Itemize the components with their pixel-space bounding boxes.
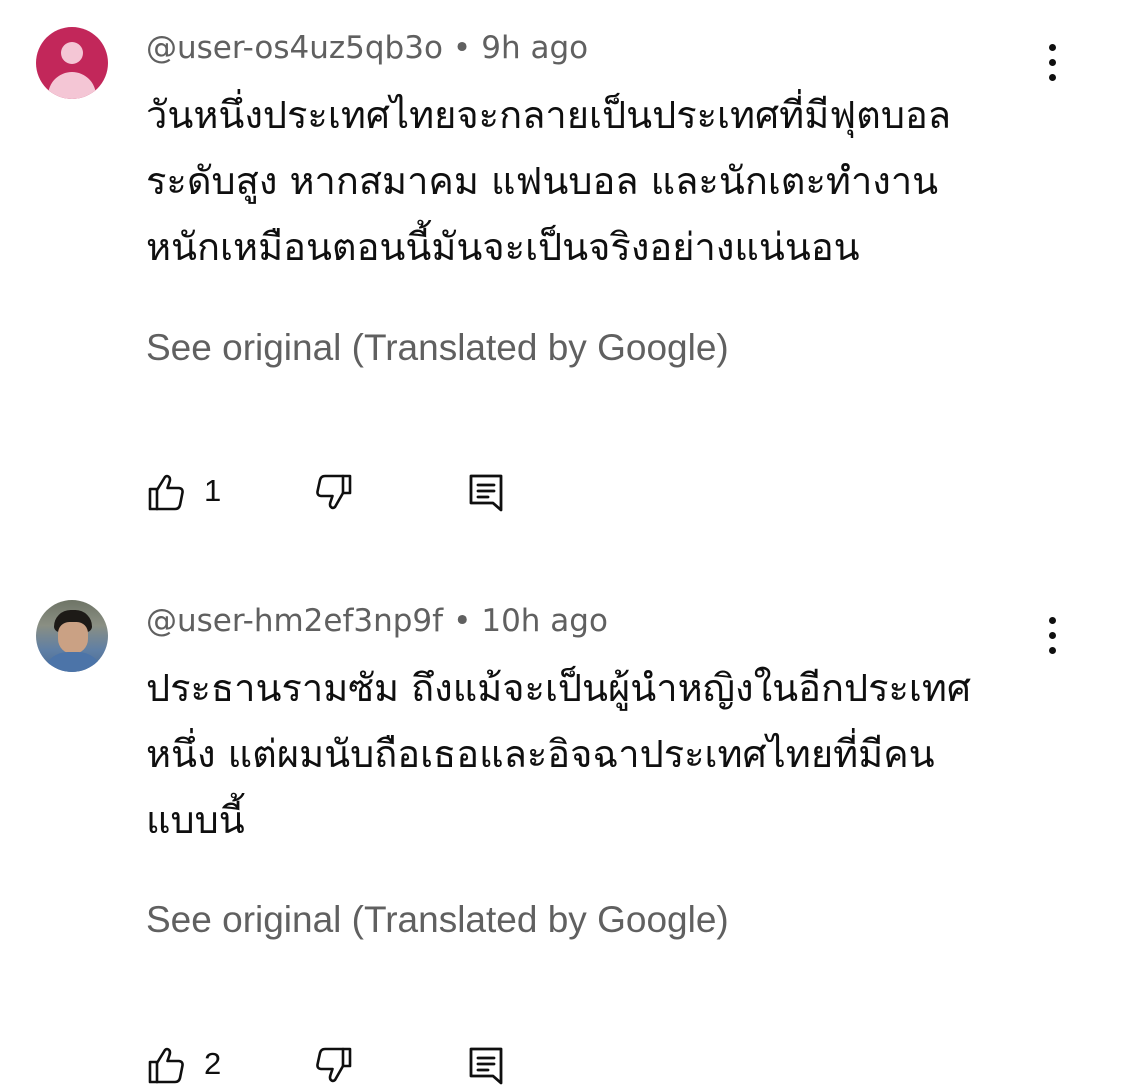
dislike-button[interactable] [314,1043,360,1089]
more-options-icon[interactable] [1038,613,1068,659]
more-options-icon[interactable] [1038,40,1068,86]
photo-avatar-shirt [42,652,104,672]
thumbs-up-icon [148,474,184,511]
comment-text: ประธานรามซัม ถึงแม้จะเป็นผู้นำหญิงในอีกป… [146,655,1026,853]
comment-time: 9h ago [481,30,589,66]
default-avatar-icon-body [48,72,96,99]
thumbs-down-icon [316,1047,352,1083]
separator: • [453,603,472,639]
like-button[interactable]: 1 [146,470,246,516]
comment-item: @user-os4uz5qb3o • 9h ago วันหนึ่งประเทศไท… [0,0,1125,560]
comment-item: @user-hm2ef3np9f • 10h ago ประธานรามซัม ถึ… [0,573,1125,1085]
comment-time: 10h ago [481,603,608,639]
comment-text-line: ประธานรามซัม ถึงแม้จะเป็นผู้นำหญิงในอีกป… [146,666,972,710]
thumbs-up-icon [148,1047,184,1084]
like-count: 2 [204,1046,222,1081]
dislike-button[interactable] [314,470,360,516]
like-count: 1 [204,473,222,508]
comment-text-line: วันหนึ่งประเทศไทยจะกลายเป็นประเทศที่มีฟุ… [146,93,952,137]
comment-header: @user-hm2ef3np9f • 10h ago [146,601,608,641]
thumbs-down-icon [316,474,352,510]
see-original-link[interactable]: See original (Translated by Google) [146,326,729,370]
photo-avatar-face [58,622,88,654]
reply-comment-icon [469,474,503,512]
see-original-link[interactable]: See original (Translated by Google) [146,898,729,942]
comment-text-line: หนึ่ง แต่ผมนับถือเธอและอิจฉาประเทศไทยที่… [146,732,935,776]
comment-header: @user-os4uz5qb3o • 9h ago [146,28,588,68]
comment-text: วันหนึ่งประเทศไทยจะกลายเป็นประเทศที่มีฟุ… [146,82,1026,280]
reply-button[interactable] [466,1043,512,1089]
separator: • [452,30,472,66]
default-avatar-icon-head [61,42,83,64]
comment-username[interactable]: @user-os4uz5qb3o [146,30,443,66]
avatar[interactable] [36,27,108,99]
comment-username[interactable]: @user-hm2ef3np9f [146,603,443,639]
comment-text-line: แบบนี้ [146,798,245,842]
avatar[interactable] [36,600,108,672]
comment-text-line: ระดับสูง หากสมาคม แฟนบอล และนักเตะทำงาน [146,159,939,203]
like-button[interactable]: 2 [146,1043,246,1089]
reply-button[interactable] [466,470,512,516]
comment-text-line: หนักเหมือนตอนนี้มันจะเป็นจริงอย่างแน่นอน [146,225,860,269]
